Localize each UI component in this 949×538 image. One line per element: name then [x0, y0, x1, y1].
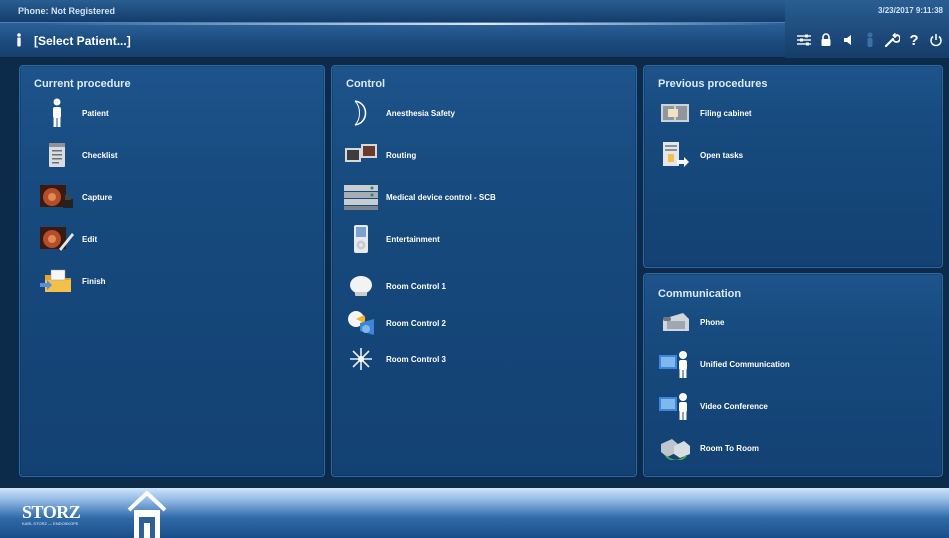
finish-icon: [38, 266, 76, 296]
checklist-icon: [38, 140, 76, 170]
phone-item[interactable]: Phone: [656, 305, 724, 339]
capture-icon: [38, 182, 76, 212]
open-tasks-label: Open tasks: [700, 150, 744, 160]
filing-cabinet-icon: [656, 98, 694, 128]
patient-label: Patient: [82, 108, 109, 118]
filing-cabinet-label: Filing cabinet: [700, 108, 752, 118]
routing-icon: [342, 140, 380, 170]
room-to-room-label: Room To Room: [700, 443, 759, 453]
help-icon[interactable]: ?: [905, 31, 923, 49]
previous-procedures-panel: Previous procedures Filing cabinet Open …: [643, 65, 943, 268]
room-control-3-icon: [342, 344, 380, 374]
toolbar: ?: [791, 22, 949, 58]
patient-small-icon: [17, 33, 21, 47]
medical-device-control-label: Medical device control - SCB: [386, 192, 496, 202]
filing-cabinet-item[interactable]: Filing cabinet: [656, 96, 752, 130]
room-control-1-item[interactable]: Room Control 1: [342, 269, 446, 303]
routing-item[interactable]: Routing: [342, 138, 416, 172]
entertainment-icon: [342, 224, 380, 254]
room-control-3-item[interactable]: Room Control 3: [342, 342, 446, 376]
unified-communication-item[interactable]: Unified Communication: [656, 347, 790, 381]
storz-logo: STORZ KARL STORZ — ENDOSKOPE: [22, 502, 92, 532]
panel-title: Communication: [658, 288, 742, 300]
person-icon[interactable]: [861, 31, 879, 49]
phone-label: Phone: [700, 317, 725, 327]
power-icon[interactable]: [927, 31, 945, 49]
patient-bar: [Select Patient...]: [0, 22, 785, 58]
home-icon: [127, 491, 167, 538]
settings-sliders-icon[interactable]: [795, 31, 813, 49]
room-control-1-icon: [342, 271, 380, 301]
room-control-1-label: Room Control 1: [386, 281, 446, 291]
entertainment-label: Entertainment: [386, 234, 440, 244]
video-conference-icon: [656, 391, 694, 421]
routing-label: Routing: [386, 150, 417, 160]
capture-label: Capture: [82, 192, 113, 202]
select-patient-button[interactable]: [Select Patient...]: [30, 32, 135, 50]
phone-status: Phone: Not Registered: [18, 6, 116, 16]
patient-icon: [38, 98, 76, 128]
open-tasks-item[interactable]: Open tasks: [656, 138, 743, 172]
brand-tagline: KARL STORZ — ENDOSKOPE: [22, 521, 79, 526]
medical-device-control-item[interactable]: Medical device control - SCB: [342, 180, 496, 214]
wrench-icon[interactable]: [883, 31, 901, 49]
patient-item[interactable]: Patient: [38, 96, 109, 130]
date-time: 3/23/2017 9:11:38: [878, 6, 943, 15]
unified-communication-label: Unified Communication: [700, 359, 790, 369]
finish-label: Finish: [82, 276, 106, 286]
current-procedure-panel: Current procedure Patient Checklist Capt…: [19, 65, 325, 477]
edit-item[interactable]: Edit: [38, 222, 97, 256]
panel-title: Current procedure: [34, 78, 131, 90]
video-conference-label: Video Conference: [700, 401, 768, 411]
entertainment-item[interactable]: Entertainment: [342, 222, 440, 256]
room-to-room-icon: [656, 433, 694, 463]
video-conference-item[interactable]: Video Conference: [656, 389, 768, 423]
room-control-2-label: Room Control 2: [386, 318, 446, 328]
anesthesia-safety-label: Anesthesia Safety: [386, 108, 455, 118]
room-control-2-icon: [342, 308, 380, 338]
control-panel: Control Anesthesia Safety Routing Medica…: [331, 65, 637, 477]
edit-icon: [38, 224, 76, 254]
medical-device-icon: [342, 182, 380, 212]
unified-communication-icon: [656, 349, 694, 379]
panel-title: Previous procedures: [658, 78, 768, 90]
capture-item[interactable]: Capture: [38, 180, 112, 214]
speaker-icon[interactable]: [839, 31, 857, 49]
edit-label: Edit: [82, 234, 98, 244]
panel-title: Control: [346, 78, 386, 90]
finish-item[interactable]: Finish: [38, 264, 106, 298]
home-button[interactable]: [125, 490, 169, 538]
anesthesia-icon: [342, 98, 380, 128]
room-control-3-label: Room Control 3: [386, 354, 446, 364]
brand-name: STORZ: [22, 502, 81, 522]
anesthesia-safety-item[interactable]: Anesthesia Safety: [342, 96, 455, 130]
phone-icon: [656, 307, 694, 337]
room-to-room-item[interactable]: Room To Room: [656, 431, 759, 465]
communication-panel: Communication Phone Unified Communicatio…: [643, 273, 943, 477]
checklist-label: Checklist: [82, 150, 118, 160]
open-tasks-icon: [656, 140, 694, 170]
checklist-item[interactable]: Checklist: [38, 138, 118, 172]
lock-icon[interactable]: [817, 31, 835, 49]
room-control-2-item[interactable]: Room Control 2: [342, 306, 446, 340]
